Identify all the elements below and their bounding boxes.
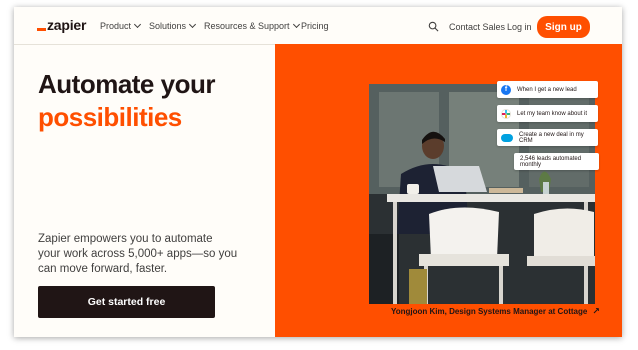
- nav-item-solutions[interactable]: Solutions: [149, 20, 197, 31]
- top-navigation: zapier Product Solutions Resources & Sup…: [14, 7, 622, 45]
- contact-sales-link[interactable]: Contact Sales: [449, 22, 505, 32]
- notification-text: When I get a new lead: [517, 86, 577, 93]
- slack-icon: [501, 108, 511, 119]
- notification-card: Create a new deal in my CRM: [497, 129, 598, 146]
- chevron-down-icon: [188, 20, 197, 29]
- chevron-down-icon: [133, 20, 142, 29]
- hero-headline-line2: possibilities: [38, 102, 182, 132]
- login-link[interactable]: Log in: [507, 22, 532, 32]
- nav-item-product[interactable]: Product: [100, 20, 142, 31]
- notification-text: 2,546 leads automated monthly: [520, 155, 582, 168]
- facebook-icon: f: [501, 84, 511, 95]
- nav-item-label: Solutions: [149, 21, 187, 31]
- notification-text: Create a new deal in my CRM: [519, 131, 584, 144]
- nav-item-resources-support[interactable]: Resources & Support: [204, 20, 300, 31]
- notification-card: f When I get a new lead: [497, 81, 598, 98]
- hero-headline-line1: Automate your: [38, 69, 215, 99]
- photo-caption-link[interactable]: Yongjoon Kim, Design Systems Manager at …: [391, 306, 600, 317]
- chevron-down-icon: [292, 20, 300, 29]
- logo-text: zapier: [47, 17, 87, 33]
- nav-item-label: Pricing: [301, 21, 329, 31]
- hero-subtext: Zapier empowers you to automate your wor…: [38, 233, 238, 275]
- get-started-button[interactable]: Get started free: [38, 286, 215, 318]
- hero-image-panel: f When I get a new lead Let my team know…: [275, 44, 622, 337]
- arrow-up-right-icon: ↗: [592, 306, 600, 316]
- nav-item-label: Resources & Support: [204, 21, 290, 31]
- notification-text: Let my team know about it: [517, 110, 588, 117]
- search-icon[interactable]: [428, 21, 439, 32]
- signup-button[interactable]: Sign up: [537, 16, 590, 38]
- logo-underscore-mark: [37, 28, 46, 31]
- salesforce-icon: [501, 133, 513, 142]
- notification-card: Let my team know about it: [497, 105, 598, 122]
- caption-text: Yongjoon Kim, Design Systems Manager at …: [391, 307, 588, 316]
- browser-page: zapier Product Solutions Resources & Sup…: [14, 7, 622, 337]
- nav-item-label: Product: [100, 21, 132, 31]
- leads-count-card: 2,546 leads automated monthly: [514, 153, 599, 170]
- nav-item-pricing[interactable]: Pricing: [301, 21, 329, 31]
- zapier-logo[interactable]: zapier: [37, 18, 86, 32]
